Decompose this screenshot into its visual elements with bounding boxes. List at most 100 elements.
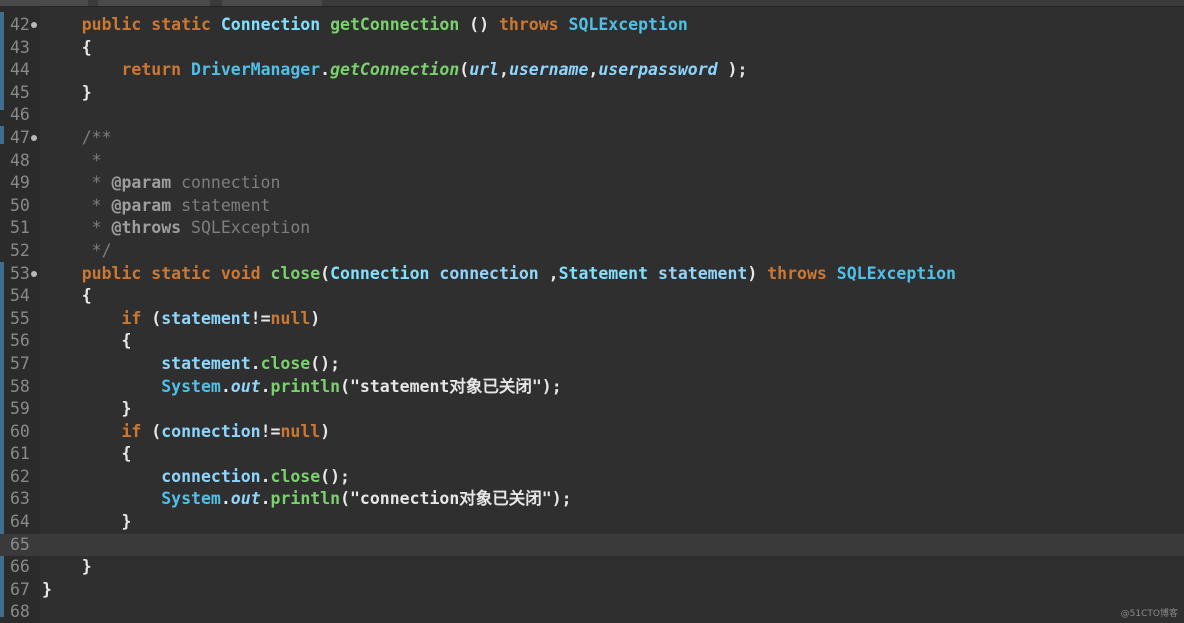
line-number: 54 <box>10 286 30 306</box>
code-token: * <box>42 173 112 193</box>
code-line[interactable]: 56 { <box>0 330 1184 353</box>
line-number: 68 <box>10 602 30 622</box>
code-token: println <box>270 376 341 396</box>
line-number: 59 <box>10 399 30 419</box>
watermark: @51CTO博客 <box>1120 609 1178 619</box>
line-code: */ <box>42 240 112 263</box>
code-lines[interactable]: 42 public static Connection getConnectio… <box>0 14 1184 623</box>
code-token: , <box>588 60 599 80</box>
code-line[interactable]: 53 public static void close(Connection c… <box>0 263 1184 286</box>
line-number: 43 <box>10 37 30 57</box>
code-line[interactable]: 51 * @throws SQLException <box>0 217 1184 240</box>
line-number: 51 <box>10 218 30 238</box>
code-token: != <box>260 421 281 441</box>
code-token: close <box>270 263 321 283</box>
code-line[interactable]: 67} <box>0 579 1184 602</box>
line-code: * @param statement <box>42 195 271 218</box>
code-line[interactable]: 47 /** <box>0 127 1184 150</box>
code-token: . <box>220 376 231 396</box>
code-line[interactable]: 48 * <box>0 150 1184 173</box>
code-token: "connection对象已关闭" <box>350 489 552 509</box>
code-token: out <box>230 376 261 396</box>
line-number: 66 <box>10 557 30 577</box>
code-line[interactable]: 66 } <box>0 556 1184 579</box>
fold-toggle-icon[interactable] <box>31 22 37 28</box>
line-code: public static void close(Connection conn… <box>42 263 956 286</box>
code-line[interactable]: 60 if (connection!=null) <box>0 421 1184 444</box>
code-line[interactable]: 46 <box>0 104 1184 127</box>
code-token: null <box>280 421 321 441</box>
code-token: url <box>469 60 499 80</box>
code-token: @param <box>111 195 172 215</box>
code-token: * <box>42 150 102 170</box>
code-line[interactable]: 65 <box>0 533 1184 557</box>
code-line[interactable]: 50 * @param statement <box>0 195 1184 218</box>
code-token: if <box>121 308 142 328</box>
editor-tab[interactable] <box>222 0 322 6</box>
code-token: { <box>42 331 132 351</box>
code-line[interactable]: 55 if (statement!=null) <box>0 308 1184 331</box>
code-token: public static <box>81 15 221 34</box>
code-token: ); <box>717 60 748 80</box>
line-number: 55 <box>10 308 30 328</box>
code-line[interactable]: 45 } <box>0 82 1184 105</box>
line-code: return DriverManager.getConnection(url,u… <box>42 59 747 82</box>
code-line[interactable]: 43 { <box>0 37 1184 60</box>
code-token: } <box>42 557 92 577</box>
code-token: close <box>260 353 311 373</box>
code-token: . <box>220 489 231 509</box>
code-token: SQLException <box>836 263 956 283</box>
line-code: * @throws SQLException <box>42 217 311 240</box>
code-editor[interactable]: 42 public static Connection getConnectio… <box>0 0 1184 623</box>
line-code: statement.close(); <box>42 353 340 376</box>
code-token: statement <box>171 195 271 215</box>
line-number: 64 <box>10 512 30 532</box>
code-line[interactable]: 68 <box>0 601 1184 623</box>
code-token: { <box>42 37 92 57</box>
code-token: connection <box>161 466 261 486</box>
code-line[interactable]: 54 { <box>0 285 1184 308</box>
code-line[interactable]: 57 statement.close(); <box>0 353 1184 376</box>
line-number: 63 <box>10 489 30 509</box>
code-token: println <box>270 489 341 509</box>
code-line[interactable]: 63 System.out.println("connection对象已关闭")… <box>0 488 1184 511</box>
code-line[interactable]: 52 */ <box>0 240 1184 263</box>
line-code: if (connection!=null) <box>42 421 330 444</box>
code-line[interactable]: 44 return DriverManager.getConnection(ur… <box>0 59 1184 82</box>
line-code: } <box>42 82 92 105</box>
code-token: . <box>260 466 271 486</box>
code-token: /** <box>42 127 112 147</box>
code-line[interactable]: 42 public static Connection getConnectio… <box>0 14 1184 37</box>
code-line[interactable]: 62 connection.close(); <box>0 466 1184 489</box>
fold-toggle-icon[interactable] <box>31 270 37 277</box>
fold-toggle-icon[interactable] <box>31 134 37 141</box>
code-token: username <box>508 60 589 80</box>
code-token: public static void <box>81 263 271 283</box>
code-token: } <box>42 512 132 532</box>
code-token: { <box>42 286 92 306</box>
code-line[interactable]: 49 * @param connection <box>0 172 1184 195</box>
editor-tab-strip <box>0 0 1184 7</box>
code-token: . <box>260 376 271 396</box>
line-number: 46 <box>10 105 30 125</box>
code-token: } <box>42 579 52 599</box>
code-token: Connection <box>220 15 331 34</box>
code-token: getConnection <box>330 15 460 34</box>
code-token: out <box>230 489 261 509</box>
code-token: @param <box>111 173 172 193</box>
code-line[interactable]: 58 System.out.println("statement对象已关闭"); <box>0 376 1184 399</box>
editor-tab[interactable] <box>98 0 210 6</box>
code-line[interactable]: 64 } <box>0 511 1184 534</box>
line-number: 50 <box>10 195 30 215</box>
code-token: connection <box>171 173 281 193</box>
code-token: (); <box>320 466 350 486</box>
line-number: 44 <box>10 60 30 80</box>
code-token: . <box>260 489 271 509</box>
code-token: Statement <box>558 263 658 283</box>
code-line[interactable]: 59 } <box>0 398 1184 421</box>
code-line[interactable]: 61 { <box>0 443 1184 466</box>
code-token: , <box>538 263 559 283</box>
code-token: ); <box>551 489 572 509</box>
